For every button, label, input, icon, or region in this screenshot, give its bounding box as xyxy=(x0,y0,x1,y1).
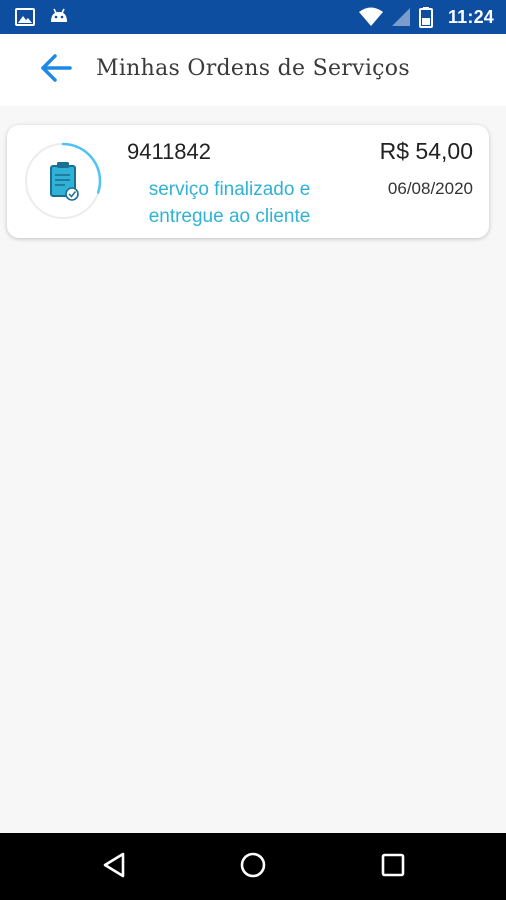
home-circle-icon xyxy=(239,851,267,884)
clipboard-check-icon xyxy=(50,162,79,201)
recents-square-icon xyxy=(380,852,406,883)
signal-icon xyxy=(390,6,412,28)
back-button[interactable] xyxy=(34,48,78,92)
order-status: serviço finalizado e entregue ao cliente xyxy=(148,179,311,227)
arrow-left-icon xyxy=(39,53,73,88)
nav-back-button[interactable] xyxy=(94,847,134,887)
nav-home-button[interactable] xyxy=(233,847,273,887)
status-time: 11:24 xyxy=(447,7,494,27)
order-number: 9411842 xyxy=(127,139,212,164)
android-icon xyxy=(48,6,70,28)
battery-icon xyxy=(418,6,440,28)
nav-recents-button[interactable] xyxy=(373,847,413,887)
navigation-bar xyxy=(0,833,506,900)
app-bar: Minhas Ordens de Serviços xyxy=(0,34,506,106)
page-title: Minhas Ordens de Serviços xyxy=(96,56,410,81)
back-triangle-icon xyxy=(101,851,127,884)
order-price: R$ 54,00 xyxy=(379,138,473,164)
wifi-icon xyxy=(358,6,383,28)
status-bar: 11:24 xyxy=(0,0,506,34)
order-icon-badge xyxy=(23,141,103,221)
order-date: 06/08/2020 xyxy=(387,179,473,198)
image-icon xyxy=(14,6,36,28)
order-card[interactable]: 9411842 serviço finalizado e entregue ao… xyxy=(7,125,489,238)
